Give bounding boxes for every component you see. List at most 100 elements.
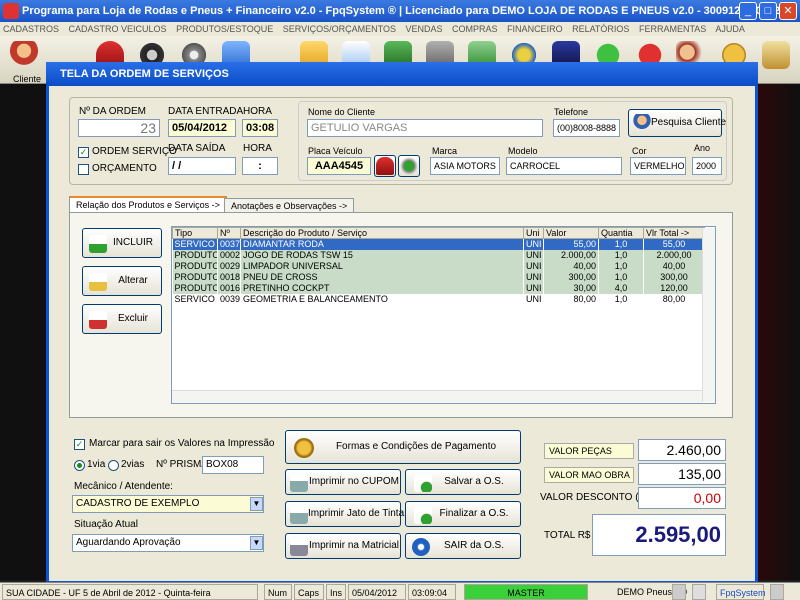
valor-desconto-label: VALOR DESCONTO ( - ): [540, 492, 651, 503]
finalizar-os-button[interactable]: Finalizar a O.S.: [405, 501, 521, 527]
excluir-button[interactable]: Excluir: [82, 304, 162, 334]
cell-valor: 55,00: [543, 238, 599, 250]
menu-cadastro-veiculos[interactable]: CADASTRO VEICULOS: [69, 24, 167, 34]
user-icon: [633, 114, 651, 132]
alterar-button[interactable]: Alterar: [82, 266, 162, 296]
toolbar-cliente-button[interactable]: [6, 39, 42, 79]
user-icon: [10, 41, 38, 69]
cell-valor: 40,00: [543, 260, 599, 272]
cell-numero: 0039: [217, 293, 241, 305]
col-valor[interactable]: Valor: [543, 227, 599, 239]
minimize-button[interactable]: _: [739, 2, 757, 20]
menu-financeiro[interactable]: FINANCEIRO: [507, 24, 563, 34]
cell-valor: 300,00: [543, 271, 599, 283]
total-label: TOTAL R$: [544, 530, 591, 541]
grid-horizontal-scrollbar[interactable]: [172, 390, 702, 403]
nome-cliente-field[interactable]: GETULIO VARGAS: [307, 119, 543, 137]
cell-descricao: JOGO DE RODAS TSW 15: [240, 249, 524, 261]
cell-total: 2.000,00: [643, 249, 705, 261]
hora-saida-field[interactable]: :: [242, 157, 278, 175]
incluir-button[interactable]: INCLUIR: [82, 228, 162, 258]
col-numero[interactable]: Nº: [217, 227, 241, 239]
printer-icon: [290, 506, 308, 524]
status-version: DEMO Pneus 2.0: [617, 587, 688, 597]
col-quantia[interactable]: Quantia: [598, 227, 644, 239]
orcamento-checkbox[interactable]: [78, 164, 89, 175]
cell-tipo: SERVICO: [172, 238, 218, 250]
menu-bar: CADASTROS CADASTRO VEICULOS PRODUTOS/EST…: [0, 22, 800, 36]
prisma-field[interactable]: BOX08: [202, 456, 264, 474]
telefone-field[interactable]: (00)8008-8888: [553, 119, 620, 137]
cell-tipo: PRODUTO: [172, 260, 218, 272]
hora-entrada-label: HORA: [243, 106, 272, 117]
maximize-button[interactable]: □: [759, 2, 777, 20]
valor-pecas-field: 2.460,00: [638, 439, 726, 461]
col-descricao[interactable]: Descrição do Produto / Serviço: [240, 227, 524, 239]
toolbar-sair-button[interactable]: [758, 39, 794, 79]
coin-icon: [294, 438, 314, 458]
menu-vendas[interactable]: VENDAS: [406, 24, 443, 34]
grid-vertical-scrollbar[interactable]: [702, 228, 715, 402]
menu-ajuda[interactable]: AJUDA: [715, 24, 745, 34]
data-entrada-field[interactable]: 05/04/2012: [168, 119, 236, 137]
chevron-down-icon[interactable]: ▼: [250, 497, 263, 511]
table-row[interactable]: PRODUTO 0029 LIMPADOR UNIVERSAL UNI 40,00 1,0…: [172, 260, 705, 272]
formas-pagamento-button[interactable]: Formas e Condições de Pagamento: [285, 430, 521, 464]
menu-servicos-orcamentos[interactable]: SERVIÇOS/ORÇAMENTOS: [283, 24, 396, 34]
uma-via-radio[interactable]: [74, 460, 85, 471]
col-valor-total[interactable]: Vlr Total ->: [643, 227, 705, 239]
mecanico-label: Mecânico / Atendente:: [74, 481, 173, 492]
situacao-select[interactable]: Aguardando Aprovação: [72, 534, 264, 552]
col-tipo[interactable]: Tipo: [172, 227, 218, 239]
table-row[interactable]: PRODUTO 0002 JOGO DE RODAS TSW 15 UNI 2.000,…: [172, 249, 705, 261]
modelo-label: Modelo: [508, 146, 538, 156]
placa-field[interactable]: AAA4545: [307, 157, 371, 175]
menu-compras[interactable]: COMPRAS: [452, 24, 498, 34]
marca-field[interactable]: ASIA MOTORS: [430, 157, 500, 175]
col-unidade[interactable]: Uni: [523, 227, 544, 239]
table-row[interactable]: SERVICO 0039 GEOMETRIA E BALANCEAMENTO UNI 8…: [172, 293, 705, 305]
valor-mao-obra-label: VALOR MAO OBRA: [544, 467, 634, 483]
menu-cadastros[interactable]: CADASTROS: [3, 24, 59, 34]
chevron-down-icon[interactable]: ▼: [250, 536, 263, 550]
add-veiculo-button[interactable]: [398, 155, 420, 177]
numero-ordem-field[interactable]: 23: [78, 119, 160, 137]
menu-produtos-estoque[interactable]: PRODUTOS/ESTOQUE: [176, 24, 273, 34]
valor-desconto-field[interactable]: 0,00: [638, 487, 726, 509]
table-row[interactable]: PRODUTO 0018 PNEU DE CROSS UNI 300,00 1,0 300,…: [172, 271, 705, 283]
close-button[interactable]: ✕: [779, 2, 797, 20]
menu-ferramentas[interactable]: FERRAMENTAS: [639, 24, 706, 34]
veiculo-button[interactable]: [374, 155, 396, 177]
app-icon: [3, 3, 19, 19]
hora-entrada-field[interactable]: 03:08: [242, 119, 278, 137]
prisma-label: Nº PRISMA: [156, 459, 208, 470]
delete-icon: [89, 311, 107, 329]
modelo-field[interactable]: CARROCEL: [506, 157, 622, 175]
edit-icon: [89, 273, 107, 291]
pesquisa-cliente-button[interactable]: Pesquisa Cliente: [628, 109, 726, 137]
menu-relatorios[interactable]: RELATÓRIOS: [572, 24, 629, 34]
table-row[interactable]: SERVICO 0037 DIAMANTAR RODA UNI 55,00 1,0 55,0…: [172, 238, 705, 250]
duas-vias-radio[interactable]: [108, 460, 119, 471]
cor-field[interactable]: VERMELHO: [630, 157, 686, 175]
marcar-valores-checkbox[interactable]: ✓: [74, 439, 85, 450]
document-icon: [770, 584, 784, 600]
cell-unidade: UNI: [523, 249, 544, 261]
mecanico-select[interactable]: CADASTRO DE EXEMPLO: [72, 495, 264, 513]
marcar-valores-label: Marcar para sair os Valores na Impressão: [89, 438, 275, 449]
salvar-os-button[interactable]: Salvar a O.S.: [405, 469, 521, 495]
sair-os-button[interactable]: SAIR da O.S.: [405, 533, 521, 559]
cell-descricao: GEOMETRIA E BALANCEAMENTO: [240, 293, 524, 305]
table-row[interactable]: PRODUTO 0016 PRETINHO COCKPT UNI 30,00 4,0 120…: [172, 282, 705, 294]
imprimir-matricial-button[interactable]: Imprimir na Matricial: [285, 533, 401, 559]
items-grid[interactable]: Tipo Nº Descrição do Produto / Serviço U…: [171, 226, 716, 404]
imprimir-jato-button[interactable]: Imprimir Jato de Tinta: [285, 501, 404, 527]
cell-valor: 2.000,00: [543, 249, 599, 261]
toolbar-cliente-label: Cliente: [13, 74, 42, 84]
ordem-servico-checkbox[interactable]: ✓: [78, 147, 89, 158]
cell-descricao: DIAMANTAR RODA: [240, 238, 524, 250]
data-saida-field[interactable]: / /: [168, 157, 236, 175]
imprimir-cupom-button[interactable]: Imprimir no CUPOM: [285, 469, 401, 495]
ano-field[interactable]: 2000: [692, 157, 722, 175]
status-date: 05/04/2012: [348, 584, 406, 600]
